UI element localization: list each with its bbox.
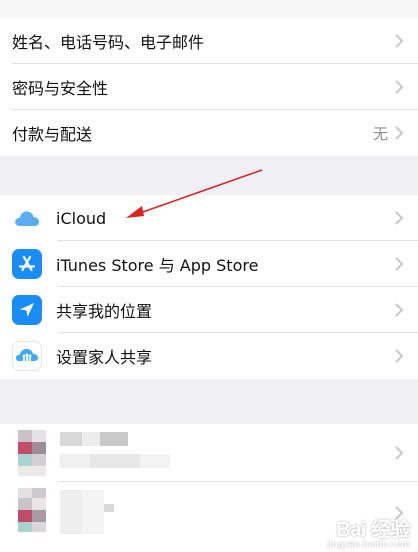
row-label: iTunes Store 与 App Store	[56, 256, 259, 275]
device-row[interactable]	[0, 424, 418, 482]
chevron-right-icon	[392, 31, 406, 51]
chevron-right-icon	[392, 346, 406, 366]
device-thumbnail	[18, 488, 46, 538]
chevron-right-icon	[392, 254, 406, 274]
watermark-url: jingyan.baidu.com	[326, 540, 410, 550]
itunes-app-store-row[interactable]: iTunes Store 与 App Store	[0, 241, 418, 287]
location-arrow-icon	[12, 295, 42, 325]
share-my-location-row[interactable]: 共享我的位置	[0, 287, 418, 333]
device-name-blurred	[60, 490, 114, 534]
chevron-right-icon	[392, 123, 406, 143]
chevron-right-icon	[392, 300, 406, 320]
password-security-row[interactable]: 密码与安全性	[0, 64, 418, 110]
row-label: 密码与安全性	[12, 79, 109, 98]
row-label: 设置家人共享	[56, 348, 153, 367]
watermark: Bai 经验 jingyan.baidu.com	[326, 513, 411, 550]
payment-value: 无	[372, 124, 388, 143]
chevron-right-icon	[392, 208, 406, 228]
device-name-blurred	[60, 432, 170, 472]
name-phone-email-row[interactable]: 姓名、电话号码、电子邮件	[0, 18, 418, 64]
payment-shipping-row[interactable]: 付款与配送 无	[0, 110, 418, 156]
icloud-icon	[12, 203, 42, 233]
chevron-right-icon	[392, 77, 406, 97]
family-sharing-icon	[12, 341, 42, 371]
device-thumbnail	[18, 430, 46, 476]
row-label: 姓名、电话号码、电子邮件	[12, 33, 205, 52]
row-label: iCloud	[56, 208, 107, 228]
services-group: iCloud iTunes Store 与 App Store 共享我的位置 设…	[0, 195, 418, 379]
watermark-logo: Bai 经验	[336, 519, 410, 541]
row-label: 付款与配送	[12, 125, 93, 144]
icloud-row[interactable]: iCloud	[0, 195, 418, 241]
status-bar-area	[0, 0, 418, 18]
chevron-right-icon	[392, 443, 406, 463]
row-label: 共享我的位置	[56, 302, 153, 321]
account-info-group: 姓名、电话号码、电子邮件 密码与安全性 付款与配送 无	[0, 18, 418, 156]
app-store-icon	[12, 249, 42, 279]
family-sharing-row[interactable]: 设置家人共享	[0, 333, 418, 379]
